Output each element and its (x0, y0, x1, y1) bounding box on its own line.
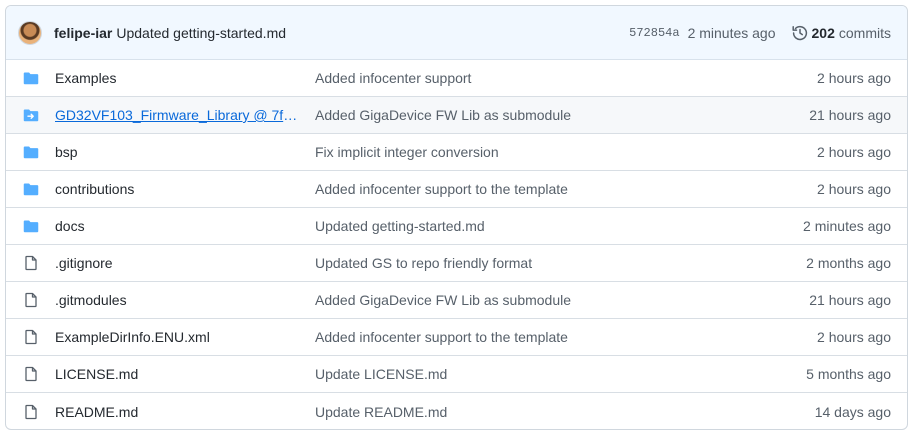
latest-commit-bar: felipe-iar Updated getting-started.md 57… (6, 6, 907, 60)
file-commit-age[interactable]: 5 months ago (806, 366, 891, 382)
file-name-link[interactable]: Examples (55, 70, 300, 86)
commits-label: commits (838, 24, 891, 41)
file-row[interactable]: bsp Fix implicit integer conversion 2 hour… (6, 134, 907, 171)
file-name-link[interactable]: contributions (55, 181, 300, 197)
file-icon (25, 255, 37, 271)
file-commit-age[interactable]: 2 minutes ago (803, 218, 891, 234)
submodule-folder-icon (23, 109, 39, 122)
folder-icon (23, 183, 39, 196)
latest-commit-message[interactable]: Updated getting-started.md (116, 25, 286, 41)
file-commit-message-link[interactable]: Added GigaDevice FW Lib as submodule (315, 107, 809, 123)
file-name-link[interactable]: LICENSE.md (55, 366, 300, 382)
file-commit-message-link[interactable]: Update LICENSE.md (315, 366, 806, 382)
file-row[interactable]: LICENSE.md Update LICENSE.md 5 months ago (6, 356, 907, 393)
file-icon (25, 292, 37, 308)
file-commit-message-link[interactable]: Added infocenter support to the template (315, 181, 817, 197)
commits-link[interactable]: 202 commits (791, 24, 891, 41)
file-name-link[interactable]: .gitmodules (55, 292, 300, 308)
file-commit-age[interactable]: 2 hours ago (817, 70, 891, 86)
file-commit-message-link[interactable]: Updated getting-started.md (315, 218, 803, 234)
folder-icon (23, 72, 39, 85)
file-icon (25, 404, 37, 419)
file-row[interactable]: contributions Added infocenter support to… (6, 171, 907, 208)
file-row[interactable]: README.md Update README.md 14 days ago (6, 393, 907, 429)
file-name-link[interactable]: .gitignore (55, 255, 300, 271)
commit-time[interactable]: 2 minutes ago (688, 25, 776, 41)
file-name-link[interactable]: docs (55, 218, 300, 234)
file-row[interactable]: ExampleDirInfo.ENU.xml Added infocenter s… (6, 319, 907, 356)
commit-sha-link[interactable]: 572854a (629, 26, 679, 40)
file-commit-message-link[interactable]: Update README.md (315, 404, 815, 420)
commit-author-link[interactable]: felipe-iar (54, 25, 112, 41)
file-name-link[interactable]: README.md (55, 404, 300, 420)
folder-icon (23, 146, 39, 159)
author-avatar[interactable] (18, 20, 42, 45)
file-commit-message-link[interactable]: Added GigaDevice FW Lib as submodule (315, 292, 809, 308)
folder-icon (23, 220, 39, 233)
file-commit-age[interactable]: 2 hours ago (817, 329, 891, 345)
file-row[interactable]: .gitignore Updated GS to repo friendly fo… (6, 245, 907, 282)
commit-count: 202 (811, 24, 835, 41)
file-browser: felipe-iar Updated getting-started.md 57… (5, 5, 908, 430)
file-commit-message-link[interactable]: Added infocenter support (315, 70, 817, 86)
file-commit-message-link[interactable]: Added infocenter support to the template (315, 329, 817, 345)
history-icon (791, 25, 807, 40)
file-row[interactable]: .gitmodules Added GigaDevice FW Lib as su… (6, 282, 907, 319)
file-icon (25, 366, 37, 382)
file-commit-age[interactable]: 21 hours ago (809, 107, 891, 123)
file-commit-message-link[interactable]: Fix implicit integer conversion (315, 144, 817, 160)
file-commit-age[interactable]: 2 hours ago (817, 181, 891, 197)
file-commit-message-link[interactable]: Updated GS to repo friendly format (315, 255, 806, 271)
file-name-link[interactable]: GD32VF103_Firmware_Library @ 7fd6… (55, 107, 300, 123)
file-commit-age[interactable]: 2 hours ago (817, 144, 891, 160)
file-row[interactable]: GD32VF103_Firmware_Library @ 7fd6… Added … (6, 97, 907, 134)
file-icon (25, 329, 37, 345)
file-list: Examples Added infocenter support 2 hours … (6, 60, 907, 429)
file-name-link[interactable]: bsp (55, 144, 300, 160)
file-commit-age[interactable]: 14 days ago (815, 404, 891, 420)
file-commit-age[interactable]: 21 hours ago (809, 292, 891, 308)
file-row[interactable]: docs Updated getting-started.md 2 minutes … (6, 208, 907, 245)
file-commit-age[interactable]: 2 months ago (806, 255, 891, 271)
file-name-link[interactable]: ExampleDirInfo.ENU.xml (55, 329, 300, 345)
file-row[interactable]: Examples Added infocenter support 2 hours … (6, 60, 907, 97)
